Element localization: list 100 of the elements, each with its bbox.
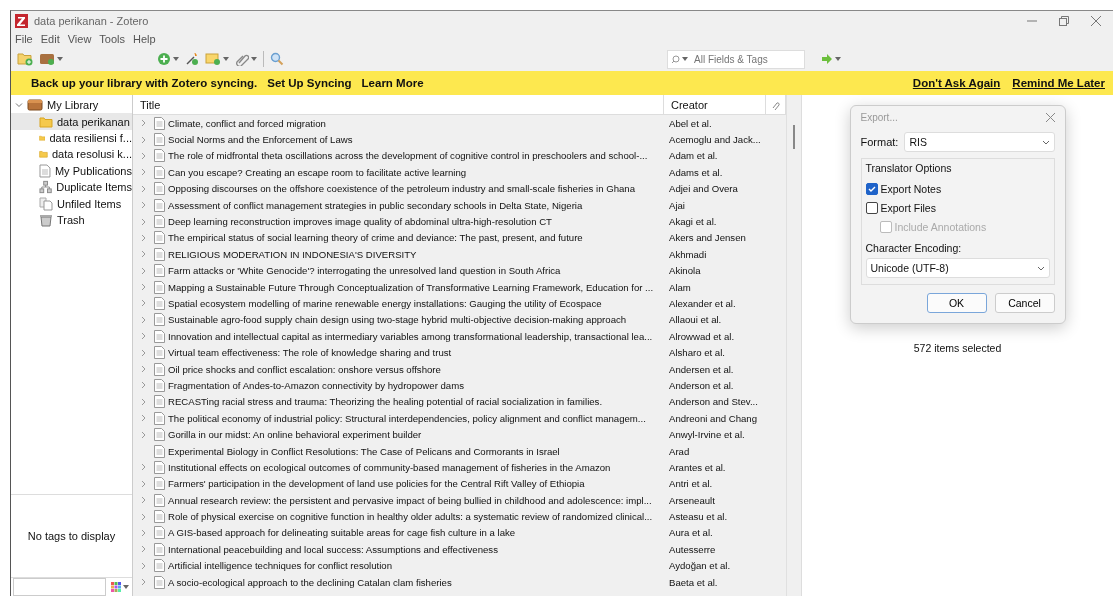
title-cell[interactable]: Role of physical exercise on cognitive function in healthy older adults: a systematic review of randomized clinical... [133,510,664,524]
title-cell[interactable]: Opposing discourses on the offshore coexistence of the petroleum industry and small-scale fisheries in Ghana [133,182,664,196]
close-icon[interactable] [1045,112,1055,122]
menu-item[interactable]: Edit [40,33,60,45]
new-collection-icon[interactable] [17,52,33,66]
column-header[interactable]: Title [133,95,664,114]
title-cell[interactable]: Assessment of conflict management strategies in public secondary schools in Delta State, Nigeria [133,198,664,212]
creator-cell-text: Adams et al. [668,166,724,178]
creator-cell-text: Akagi et al. [668,216,718,228]
collection-item[interactable]: Duplicate Items [11,178,132,196]
menu-item[interactable]: View [67,33,92,45]
creator-cell-text: Anwyl-Irvine et al. [668,429,746,441]
title-cell[interactable]: The political economy of industrial policy: Structural interdependencies, policy alignment and conflict managem... [133,411,664,425]
title-cell[interactable]: Farmers' participation in the development of land use policies for the Central Rift Valley of Ethiopia [133,477,664,491]
trash-icon [39,212,53,227]
new-library-icon[interactable] [39,53,63,65]
title-cell[interactable]: RECASTing racial stress and trauma: Theorizing the healing potential of racial socialization in families. [133,395,664,409]
title-cell[interactable]: Sustainable agro-food supply chain design using two-stage hybrid multi-objective decision-making approach [133,313,664,327]
search-mode-icon[interactable] [671,54,688,64]
tag-filter-field[interactable] [13,578,106,596]
option-checkbox[interactable]: Export Notes [865,179,1050,198]
creator-cell-text: Anderson and Stev... [668,396,759,408]
restore-icon[interactable] [1059,16,1069,26]
menu-item[interactable]: File [15,33,33,45]
title-cell[interactable]: Artificial intelligence techniques for conflict resolution [133,559,664,573]
title-cell[interactable]: Innovation and intellectual capital as intermediary variables among transformational leadership, transactional lea... [133,329,664,343]
title-cell[interactable]: A GIS-based approach for delineating suitable areas for cage fish culture in a lake [133,526,664,540]
tags-message: No tags to display [27,530,116,542]
menu-item[interactable]: Tools [99,33,126,45]
title-cell[interactable]: Gorilla in our midst: An online behavioral experiment builder [133,428,664,442]
creator-cell-text: Aydoğan et al. [668,560,732,572]
hierarchy-icon [39,180,53,195]
title-cell[interactable]: Oil price shocks and conflict escalation: onshore versus offshore [133,362,664,376]
title-cell[interactable]: RELIGIOUS MODERATION IN INDONESIA'S DIVERSITY [133,247,664,261]
collection-item[interactable]: data resolusi k... [11,146,132,163]
document-icon [154,182,165,196]
search-field[interactable]: All Fields & Tags [667,49,805,69]
collection-item[interactable]: data perikanan [11,113,132,130]
format-dropdown[interactable]: RIS [904,132,1055,152]
search-icon[interactable] [270,52,284,66]
chevron-down-icon[interactable] [1041,139,1050,145]
banner-link[interactable]: Remind Me Later [1012,77,1105,89]
encoding-dropdown[interactable]: Unicode (UTF-8) [865,258,1050,278]
title-cell[interactable]: Farm attacks or 'White Genocide'? interrogating the unresolved land question in South Africa [133,264,664,278]
locate-arrow-icon[interactable] [821,54,841,64]
document-icon [154,362,165,376]
scrollbar-thumb[interactable] [793,125,795,149]
column-header[interactable]: Creator [664,95,766,114]
dialog-button[interactable]: Cancel [994,293,1055,313]
library-item[interactable]: My Library [11,97,132,114]
title-cell[interactable]: A socio-ecological approach to the declining Catalan clam fisheries [133,575,664,589]
document-icon [154,493,165,507]
paperclip-icon[interactable] [771,99,780,110]
title-cell[interactable]: Experimental Biology in Conflict Resolutions: The Case of Pelicans and Cormorants in Israel [133,444,664,458]
document-icon [154,231,165,245]
paperclip-icon[interactable] [235,52,257,66]
banner-link[interactable]: Don't Ask Again [912,77,1001,89]
title-cell[interactable]: Institutional effects on ecological outcomes of community-based management of fisheries in the Amazon [133,460,664,474]
collection-item[interactable]: Unfiled Items [11,195,132,212]
menu-item[interactable]: Help [133,33,156,45]
banner-link[interactable]: Set Up Syncing [267,77,352,89]
creator-cell-text: Alrowwad et al. [668,330,736,342]
title-cell[interactable]: Annual research review: the persistent and pervasive impact of being bullied in childhood and adolescence: impl... [133,493,664,507]
collection-item[interactable]: My Publications [11,162,132,179]
chevron-down-icon[interactable] [1036,265,1045,271]
creator-cell-text: Antri et al. [668,478,714,490]
option-checkbox[interactable]: Export Files [865,198,1050,217]
close-icon[interactable] [1091,16,1101,26]
document-icon [154,428,165,442]
title-cell[interactable]: Spatial ecosystem modelling of marine renewable energy installations: Gauging the utility of Ecospace [133,297,664,310]
title-cell[interactable]: Can you escape? Creating an escape room to facilitate active learning [133,165,664,179]
creator-cell-text: Andersen et al. [668,363,735,375]
title-cell[interactable]: Mapping a Sustainable Future Through Conceptualization of Transformative Learning Framework, Education for ... [133,280,664,294]
creator-cell-text: Autesserre [668,543,717,555]
title-cell[interactable]: Climate, conflict and forced migration [133,116,664,130]
document-icon [154,165,165,179]
selection-status: 572 items selected [913,342,1002,354]
banner-link[interactable]: Learn More [361,77,424,89]
new-note-icon[interactable] [205,52,229,66]
title-cell[interactable]: Social Norms and the Enforcement of Laws [133,133,664,147]
creator-cell-text: Alam [668,281,692,293]
title-cell[interactable]: Fragmentation of Andes-to-Amazon connectivity by hydropower dams [133,378,664,392]
creator-cell-text: Arantes et al. [668,461,727,473]
checkmark-icon [867,184,876,193]
document-icon [154,149,165,163]
document-icon [154,559,165,573]
title-cell[interactable]: The role of midfrontal theta oscillations across the development of cognitive control in preschoolers and school-... [133,149,664,163]
title-cell[interactable]: Virtual team effectiveness: The role of knowledge sharing and trust [133,346,664,360]
magic-wand-icon[interactable] [185,52,199,66]
new-item-icon[interactable] [157,52,179,66]
collection-item[interactable]: data resiliensi f... [11,129,132,147]
collection-item[interactable]: Trash [11,211,132,229]
document-icon [154,280,165,294]
title-cell[interactable]: Deep learning reconstruction improves image quality of abdominal ultra-high-resolution CT [133,215,664,229]
creator-cell-text: Allaoui et al. [668,314,723,326]
title-cell[interactable]: International peacebuilding and local success: Assumptions and effectiveness [133,542,664,556]
document-icon [154,133,165,147]
dialog-button[interactable]: OK [926,293,987,313]
document-icon [154,198,165,212]
title-cell[interactable]: The empirical status of social learning theory of crime and deviance: The past, present, and future [133,231,664,245]
